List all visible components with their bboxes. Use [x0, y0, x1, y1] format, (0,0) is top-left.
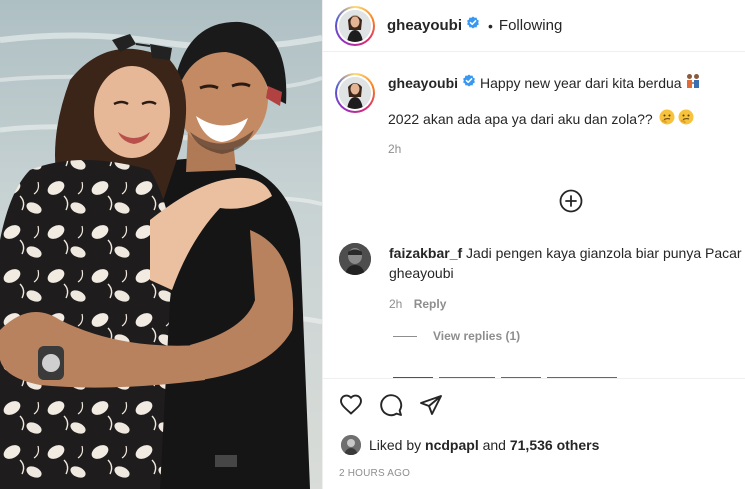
heart-icon[interactable] — [339, 393, 363, 417]
caption-text-line2: 2022 akan ada apa ya dari aku dan zola?? — [388, 110, 653, 127]
follow-status-button[interactable]: Following — [499, 17, 562, 34]
likes-joiner: and — [482, 437, 506, 453]
caption-username[interactable]: gheayoubi — [388, 74, 458, 92]
comment-mention[interactable]: gheayoubi — [389, 263, 745, 283]
comments-section[interactable]: gheayoubi Happy new year dari kita berdu… — [323, 53, 745, 378]
post-timestamp[interactable]: 2 HOURS AGO — [339, 468, 410, 479]
post-caption: gheayoubi Happy new year dari kita berdu… — [335, 73, 745, 156]
couple-photo-illustration — [0, 0, 322, 489]
couple-emoji — [685, 73, 701, 93]
post-side-panel: gheayoubi • Following gheayoubi Happy ne… — [322, 0, 745, 489]
header-username[interactable]: gheayoubi — [387, 17, 462, 34]
thinking-face-emoji — [659, 109, 675, 128]
avatar-image — [339, 243, 371, 275]
caption-avatar[interactable] — [335, 73, 375, 113]
verified-badge-icon — [462, 74, 476, 92]
likes-count-link[interactable]: 71,536 others — [510, 437, 600, 453]
view-replies-label: View replies (1) — [433, 329, 521, 343]
thinking-face-emoji — [678, 109, 694, 128]
profile-avatar[interactable] — [335, 5, 375, 46]
avatar-image — [339, 9, 371, 42]
comment-text: Jadi pengen kaya gianzola biar punya Pac… — [466, 245, 745, 261]
commenter-username[interactable]: faizakbar_f — [389, 245, 462, 261]
post-photo[interactable] — [0, 0, 322, 489]
verified-badge-icon — [466, 16, 480, 35]
replies-divider — [393, 335, 417, 337]
liker-avatar[interactable] — [341, 435, 361, 455]
paper-plane-icon[interactable] — [419, 393, 443, 417]
comment-icon[interactable] — [379, 393, 403, 417]
likes-prefix: Liked by — [369, 437, 422, 453]
avatar-image — [339, 77, 371, 109]
caption-text-line1: Happy new year dari kita berdua — [480, 75, 682, 91]
post-header: gheayoubi • Following — [323, 0, 745, 52]
caption-timestamp[interactable]: 2h — [388, 142, 745, 156]
reply-button[interactable]: Reply — [414, 297, 447, 311]
comment-item: faizakbar_f Jadi pengen kaya gianzola bi… — [339, 243, 745, 311]
post-actions-section: Liked by ncdpapl and 71,536 others 2 HOU… — [323, 378, 745, 489]
header-separator: • — [488, 17, 493, 34]
commenter-avatar[interactable] — [339, 243, 371, 275]
plus-circle-icon[interactable] — [559, 189, 583, 213]
likes-summary: Liked by ncdpapl and 71,536 others — [341, 435, 599, 455]
view-replies-button[interactable]: View replies (1) — [393, 329, 520, 343]
comment-timestamp: 2h — [389, 297, 403, 311]
liker-username[interactable]: ncdpapl — [425, 437, 479, 453]
next-comment-partial — [341, 369, 641, 378]
avatar-image — [341, 435, 361, 455]
